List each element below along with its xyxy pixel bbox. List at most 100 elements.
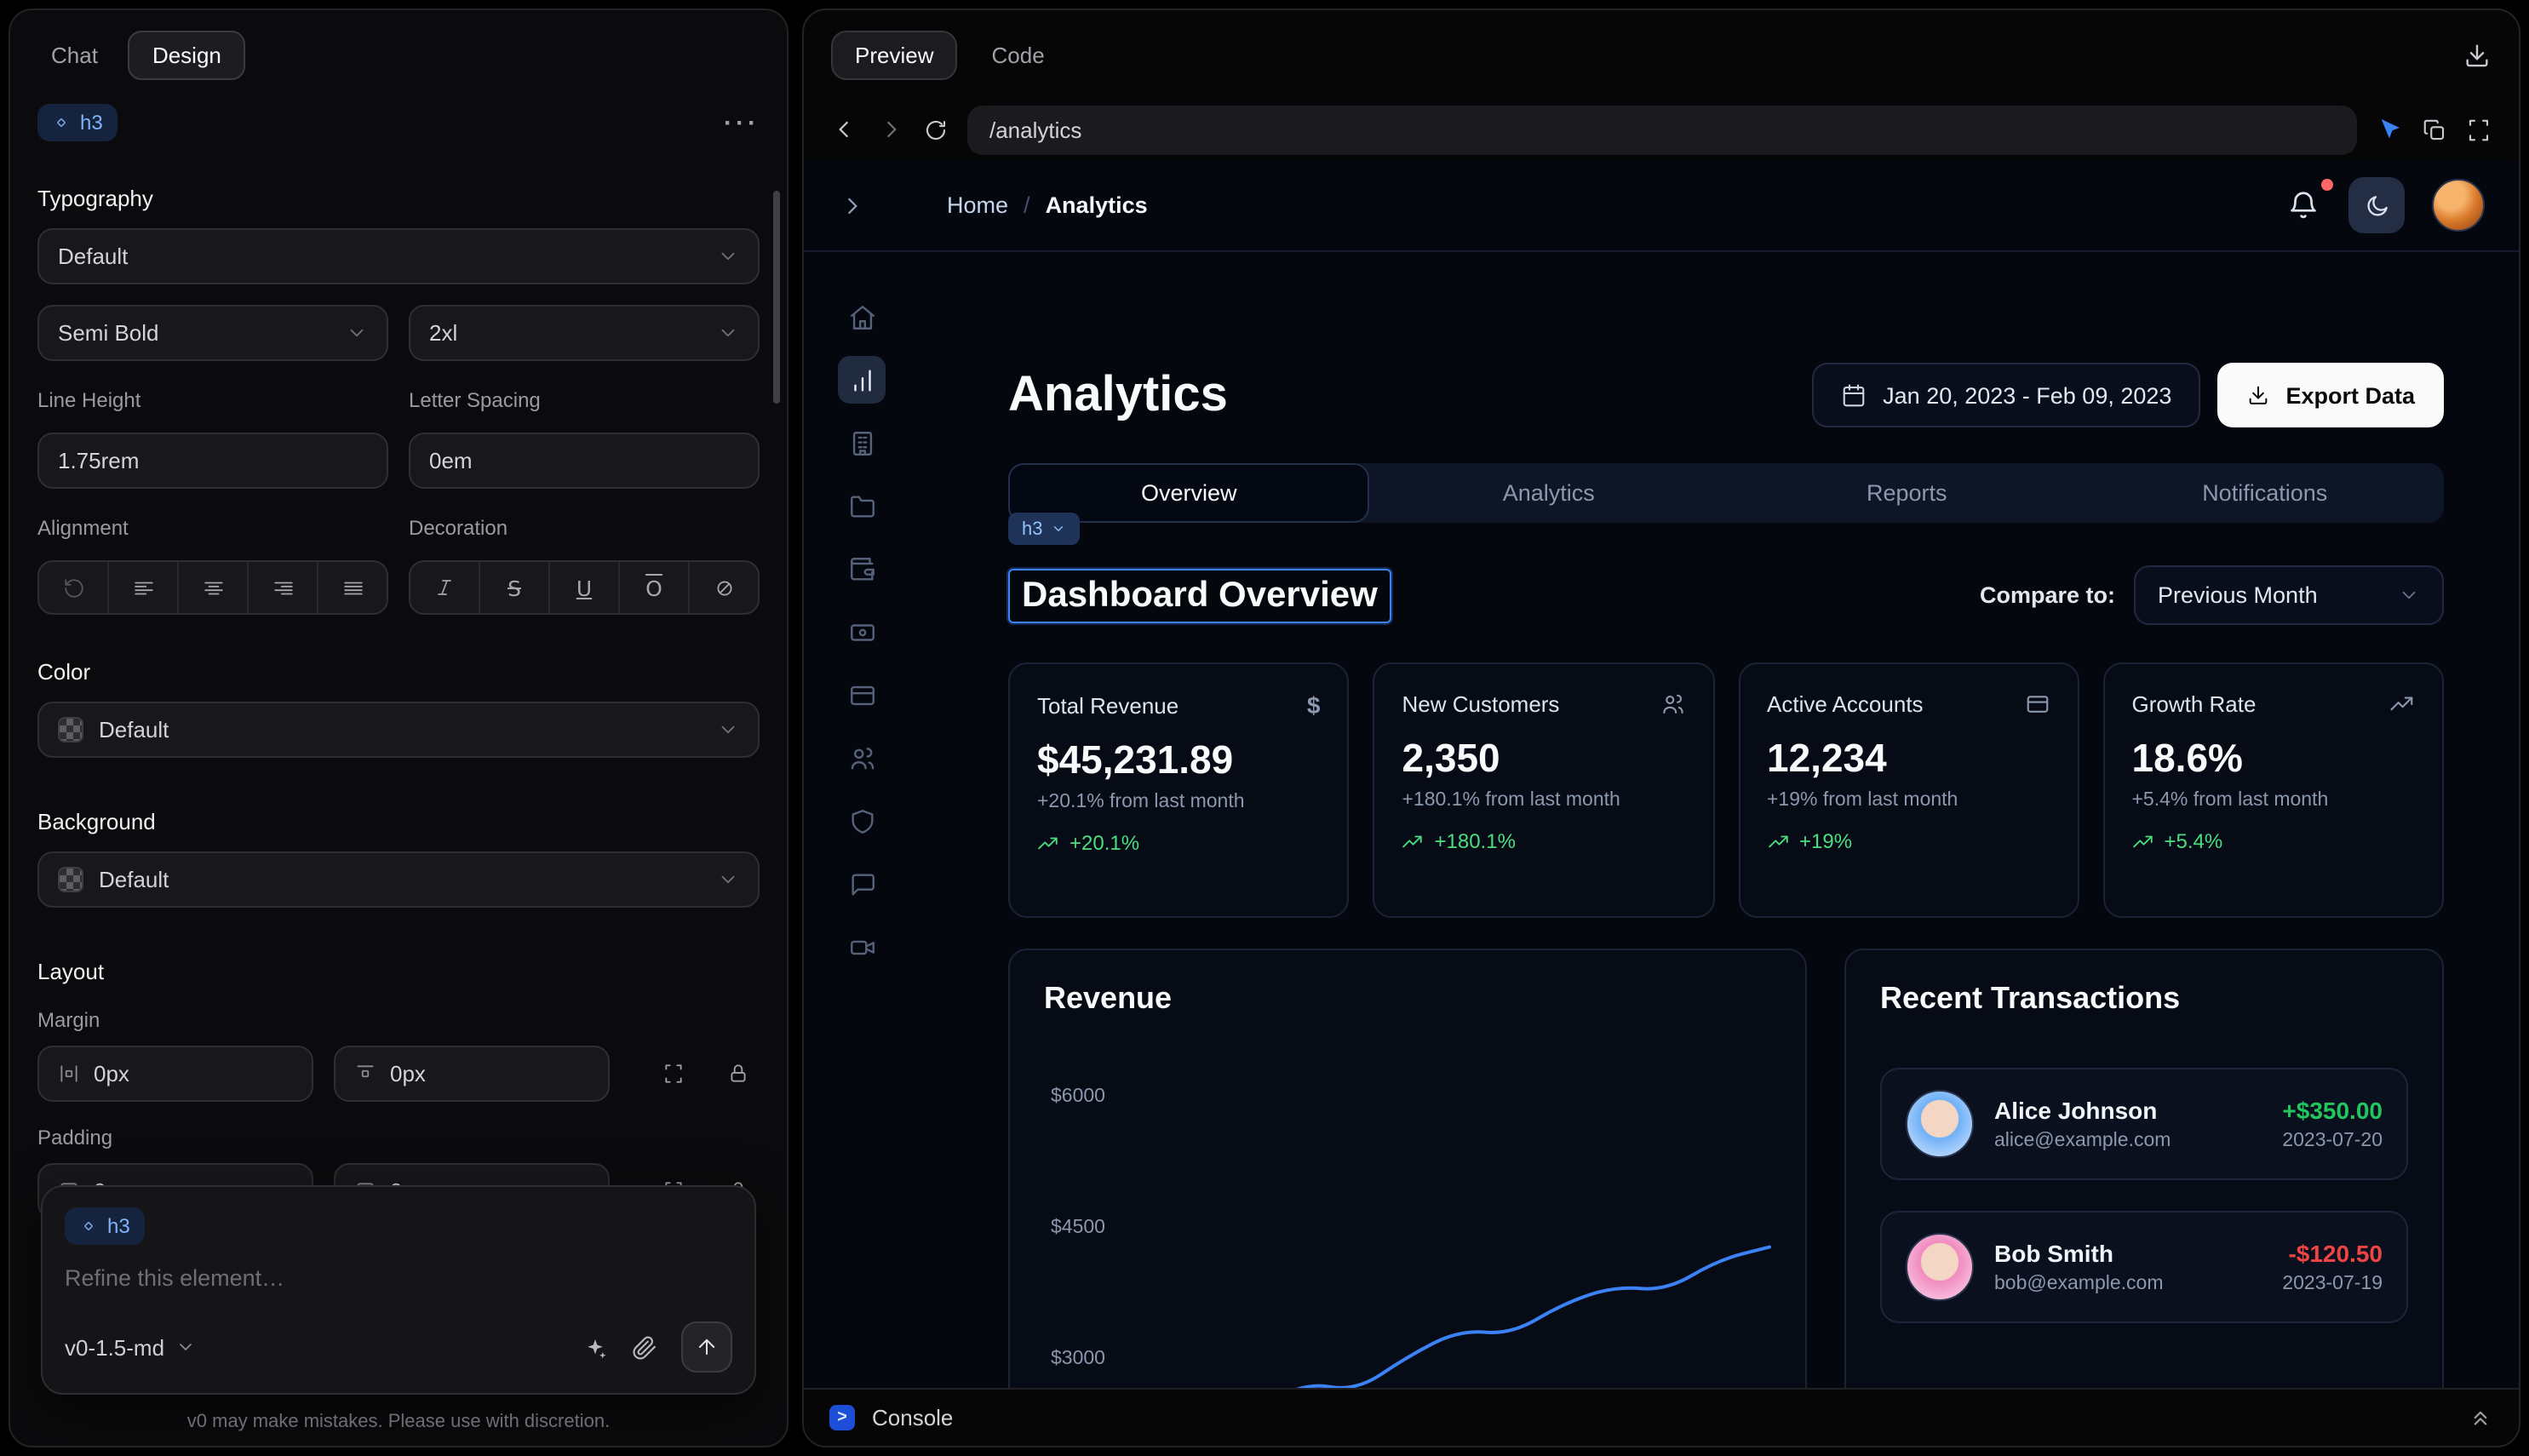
background-select[interactable]: Default: [37, 851, 760, 908]
sidebar-item-organization[interactable]: [838, 419, 886, 467]
selected-element-badge[interactable]: h3: [37, 104, 118, 141]
users-icon: [1660, 691, 1685, 717]
transaction-row: Alice Johnson alice@example.com +$350.00…: [1880, 1068, 2408, 1180]
italic-button[interactable]: [410, 562, 479, 613]
chevron-down-icon: [717, 868, 739, 891]
sidebar-toggle-button[interactable]: [838, 192, 865, 219]
forward-button[interactable]: [877, 116, 904, 143]
trending-up-icon: [1402, 830, 1425, 852]
panel-scrollbar[interactable]: [773, 191, 780, 404]
color-section-label: Color: [37, 659, 760, 685]
margin-y-input[interactable]: 0px: [334, 1046, 610, 1102]
sidebar-item-payments[interactable]: [838, 608, 886, 656]
typography-section-label: Typography: [37, 186, 760, 211]
tab-chat[interactable]: Chat: [37, 32, 112, 78]
credit-card-icon: [847, 680, 876, 709]
strikethrough-button[interactable]: S: [479, 562, 548, 613]
sidebar-item-wallet[interactable]: [838, 545, 886, 593]
copy-icon: [2422, 117, 2447, 142]
align-left-button[interactable]: [107, 562, 177, 613]
transaction-date: 2023-07-20: [2282, 1131, 2383, 1151]
color-select[interactable]: Default: [37, 702, 760, 758]
underline-button[interactable]: U: [548, 562, 618, 613]
line-height-input[interactable]: [37, 433, 388, 489]
home-icon: [847, 302, 876, 331]
tab-code[interactable]: Code: [972, 32, 1065, 77]
sidebar-item-analytics[interactable]: [838, 356, 886, 404]
tab-design[interactable]: Design: [129, 31, 245, 80]
no-decoration-button[interactable]: [688, 562, 758, 613]
sidebar-item-customers[interactable]: [838, 734, 886, 782]
chevron-right-icon: [877, 116, 904, 143]
align-right-button[interactable]: [247, 562, 317, 613]
align-center-button[interactable]: [177, 562, 247, 613]
url-input[interactable]: [967, 105, 2357, 154]
align-justify-button[interactable]: [317, 562, 387, 613]
preview-mode-tabs: Preview Code: [804, 10, 2519, 99]
more-options-button[interactable]: ···: [724, 108, 760, 137]
refresh-button[interactable]: [923, 117, 949, 142]
overline-button[interactable]: O: [618, 562, 688, 613]
revenue-chart-card: Revenue $6000 $4500 $3000: [1008, 949, 1807, 1388]
sidebar-item-cards[interactable]: [838, 671, 886, 719]
send-button[interactable]: [681, 1321, 732, 1373]
background-section-label: Background: [37, 809, 760, 834]
expand-margin-button[interactable]: [651, 1052, 695, 1096]
compare-period-select[interactable]: Previous Month: [2134, 565, 2444, 625]
revenue-chart-title: Revenue: [1044, 981, 1771, 1017]
date-range-picker[interactable]: Jan 20, 2023 - Feb 09, 2023: [1811, 363, 2200, 427]
refine-prompt-input[interactable]: [65, 1265, 732, 1291]
line-height-label: Line Height: [37, 388, 388, 412]
sidebar-item-video[interactable]: [838, 923, 886, 971]
inspect-button[interactable]: [2376, 116, 2403, 143]
export-data-button[interactable]: Export Data: [2217, 363, 2444, 427]
console-bar[interactable]: > Console: [804, 1388, 2519, 1446]
console-label: Console: [872, 1405, 953, 1430]
sparkles-icon[interactable]: [582, 1334, 608, 1360]
notifications-button[interactable]: [2287, 188, 2321, 222]
user-avatar[interactable]: [2432, 179, 2485, 232]
decoration-toolbar: S U O: [409, 560, 760, 615]
sidebar-item-home[interactable]: [838, 293, 886, 341]
wallet-icon: [847, 554, 876, 583]
strikethrough-icon: S: [508, 575, 521, 600]
breadcrumb-home-link[interactable]: Home: [947, 192, 1008, 218]
align-center-icon: [202, 576, 224, 599]
back-button[interactable]: [831, 116, 858, 143]
theme-toggle-button[interactable]: [2348, 177, 2405, 233]
recent-transactions-card: Recent Transactions Alice Johnson alice@…: [1844, 949, 2444, 1388]
notification-dot: [2321, 178, 2333, 190]
font-family-select[interactable]: Default: [37, 228, 760, 284]
sidebar-item-messages[interactable]: [838, 860, 886, 908]
stat-card-total-revenue: Total Revenue$ $45,231.89 +20.1% from la…: [1008, 662, 1350, 918]
copy-button[interactable]: [2422, 117, 2447, 142]
refine-element-badge[interactable]: h3: [65, 1207, 146, 1245]
section-heading-selected[interactable]: Dashboard Overview: [1008, 568, 1391, 622]
app-content: Analytics Jan 20, 2023 - Feb 09, 2023 Ex…: [1008, 252, 2444, 1388]
sidebar-item-projects[interactable]: [838, 482, 886, 530]
model-selector[interactable]: v0-1.5-md: [65, 1334, 195, 1360]
calendar-icon: [1840, 382, 1866, 408]
fullscreen-button[interactable]: [2466, 117, 2492, 142]
download-button[interactable]: [2463, 40, 2492, 69]
selected-tag-chip[interactable]: h3: [1008, 513, 1081, 545]
font-size-select[interactable]: 2xl: [409, 305, 760, 361]
chevron-down-icon: [1052, 521, 1067, 536]
letter-spacing-input[interactable]: [409, 433, 760, 489]
alignment-label: Alignment: [37, 516, 388, 540]
y-axis-tick: $3000: [1051, 1349, 1105, 1369]
paperclip-icon[interactable]: [632, 1334, 657, 1360]
messages-icon: [847, 869, 876, 898]
reset-alignment-button[interactable]: [39, 562, 107, 613]
font-weight-select[interactable]: Semi Bold: [37, 305, 388, 361]
sidebar-item-security[interactable]: [838, 797, 886, 845]
margin-x-input[interactable]: 0px: [37, 1046, 313, 1102]
expand-console-button[interactable]: [2468, 1405, 2493, 1430]
tab-preview[interactable]: Preview: [831, 30, 958, 79]
chevron-down-icon: [346, 322, 368, 344]
users-icon: [847, 743, 876, 772]
margin-label: Margin: [37, 1008, 760, 1032]
folder-icon: [847, 491, 876, 520]
lock-margin-button[interactable]: [715, 1052, 760, 1096]
revenue-line-chart: [1143, 1049, 1776, 1388]
